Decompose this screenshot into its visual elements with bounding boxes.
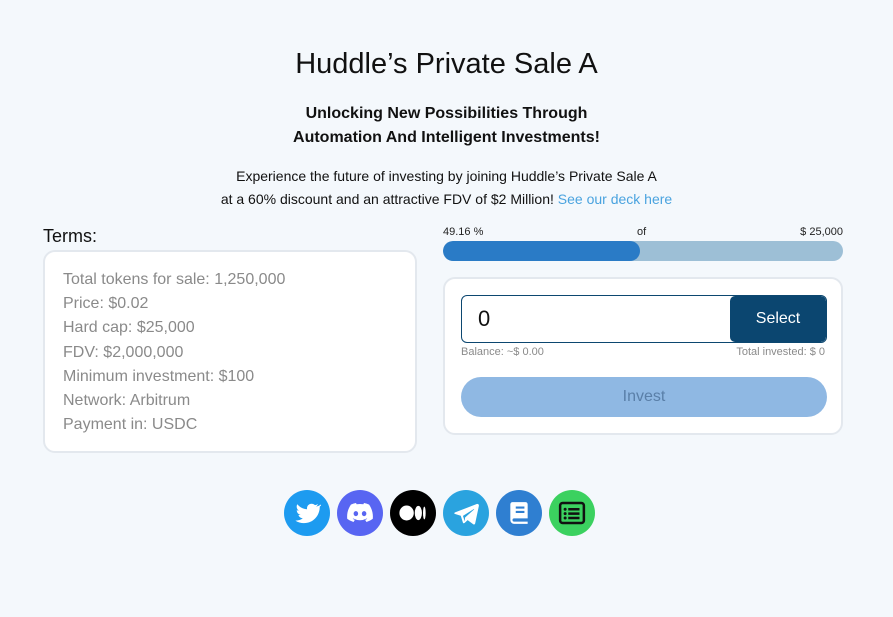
invest-card: Select Balance: ~$ 0.00 Total invested: … — [443, 277, 843, 435]
total-invested-text: Total invested: $ 0 — [736, 346, 825, 358]
docs-book-icon — [510, 502, 528, 524]
term-item: Payment in: USDC — [63, 416, 198, 434]
intro-line-1: Experience the future of investing by jo… — [236, 168, 657, 184]
telegram-link[interactable] — [443, 490, 489, 536]
articles-link[interactable] — [549, 490, 595, 536]
deck-link[interactable]: See our deck here — [558, 191, 672, 207]
intro-text: Experience the future of investing by jo… — [0, 165, 893, 211]
page-title: Huddle’s Private Sale A — [295, 48, 598, 80]
progress-percent: 49.16 % — [443, 226, 484, 238]
medium-icon — [399, 505, 426, 521]
amount-input[interactable] — [462, 296, 730, 342]
intro-line-2-text: at a 60% discount and an attractive FDV … — [220, 191, 554, 207]
social-links — [284, 490, 604, 536]
intro-line-2: at a 60% discount and an attractive FDV … — [0, 188, 893, 211]
amount-field: Select — [461, 295, 827, 343]
term-item: Network: Arbitrum — [63, 392, 191, 410]
subtitle-line-1: Unlocking New Possibilities Through — [305, 105, 588, 122]
progress-fill — [443, 241, 640, 261]
invest-button[interactable]: Invest — [461, 377, 827, 417]
progress-labels: 49.16 % of $ 25,000 — [443, 224, 843, 240]
progress-cap: $ 25,000 — [800, 226, 843, 238]
balance-text: Balance: ~$ 0.00 — [461, 346, 544, 358]
select-token-button[interactable]: Select — [730, 296, 826, 342]
term-item: Price: $0.02 — [63, 295, 149, 313]
subtitle-line-2: Automation And Intelligent Investments! — [293, 129, 600, 146]
medium-link[interactable] — [390, 490, 436, 536]
discord-link[interactable] — [337, 490, 383, 536]
progress-bar — [443, 241, 843, 261]
telegram-icon — [454, 503, 479, 525]
twitter-link[interactable] — [284, 490, 330, 536]
term-item: Total tokens for sale: 1,250,000 — [63, 271, 286, 288]
page-subtitle: Unlocking New Possibilities Through Auto… — [0, 102, 893, 150]
term-item: Minimum investment: $100 — [63, 367, 255, 385]
docs-link[interactable] — [496, 490, 542, 536]
terms-card: Total tokens for sale: 1,250,000 Price: … — [43, 250, 417, 453]
article-list-icon — [558, 501, 586, 525]
term-item: FDV: $2,000,000 — [63, 343, 184, 361]
terms-label: Terms: — [43, 226, 97, 246]
term-item: Hard cap: $25,000 — [63, 319, 195, 337]
discord-icon — [347, 503, 373, 522]
twitter-icon — [295, 503, 321, 524]
progress-of: of — [637, 226, 647, 238]
